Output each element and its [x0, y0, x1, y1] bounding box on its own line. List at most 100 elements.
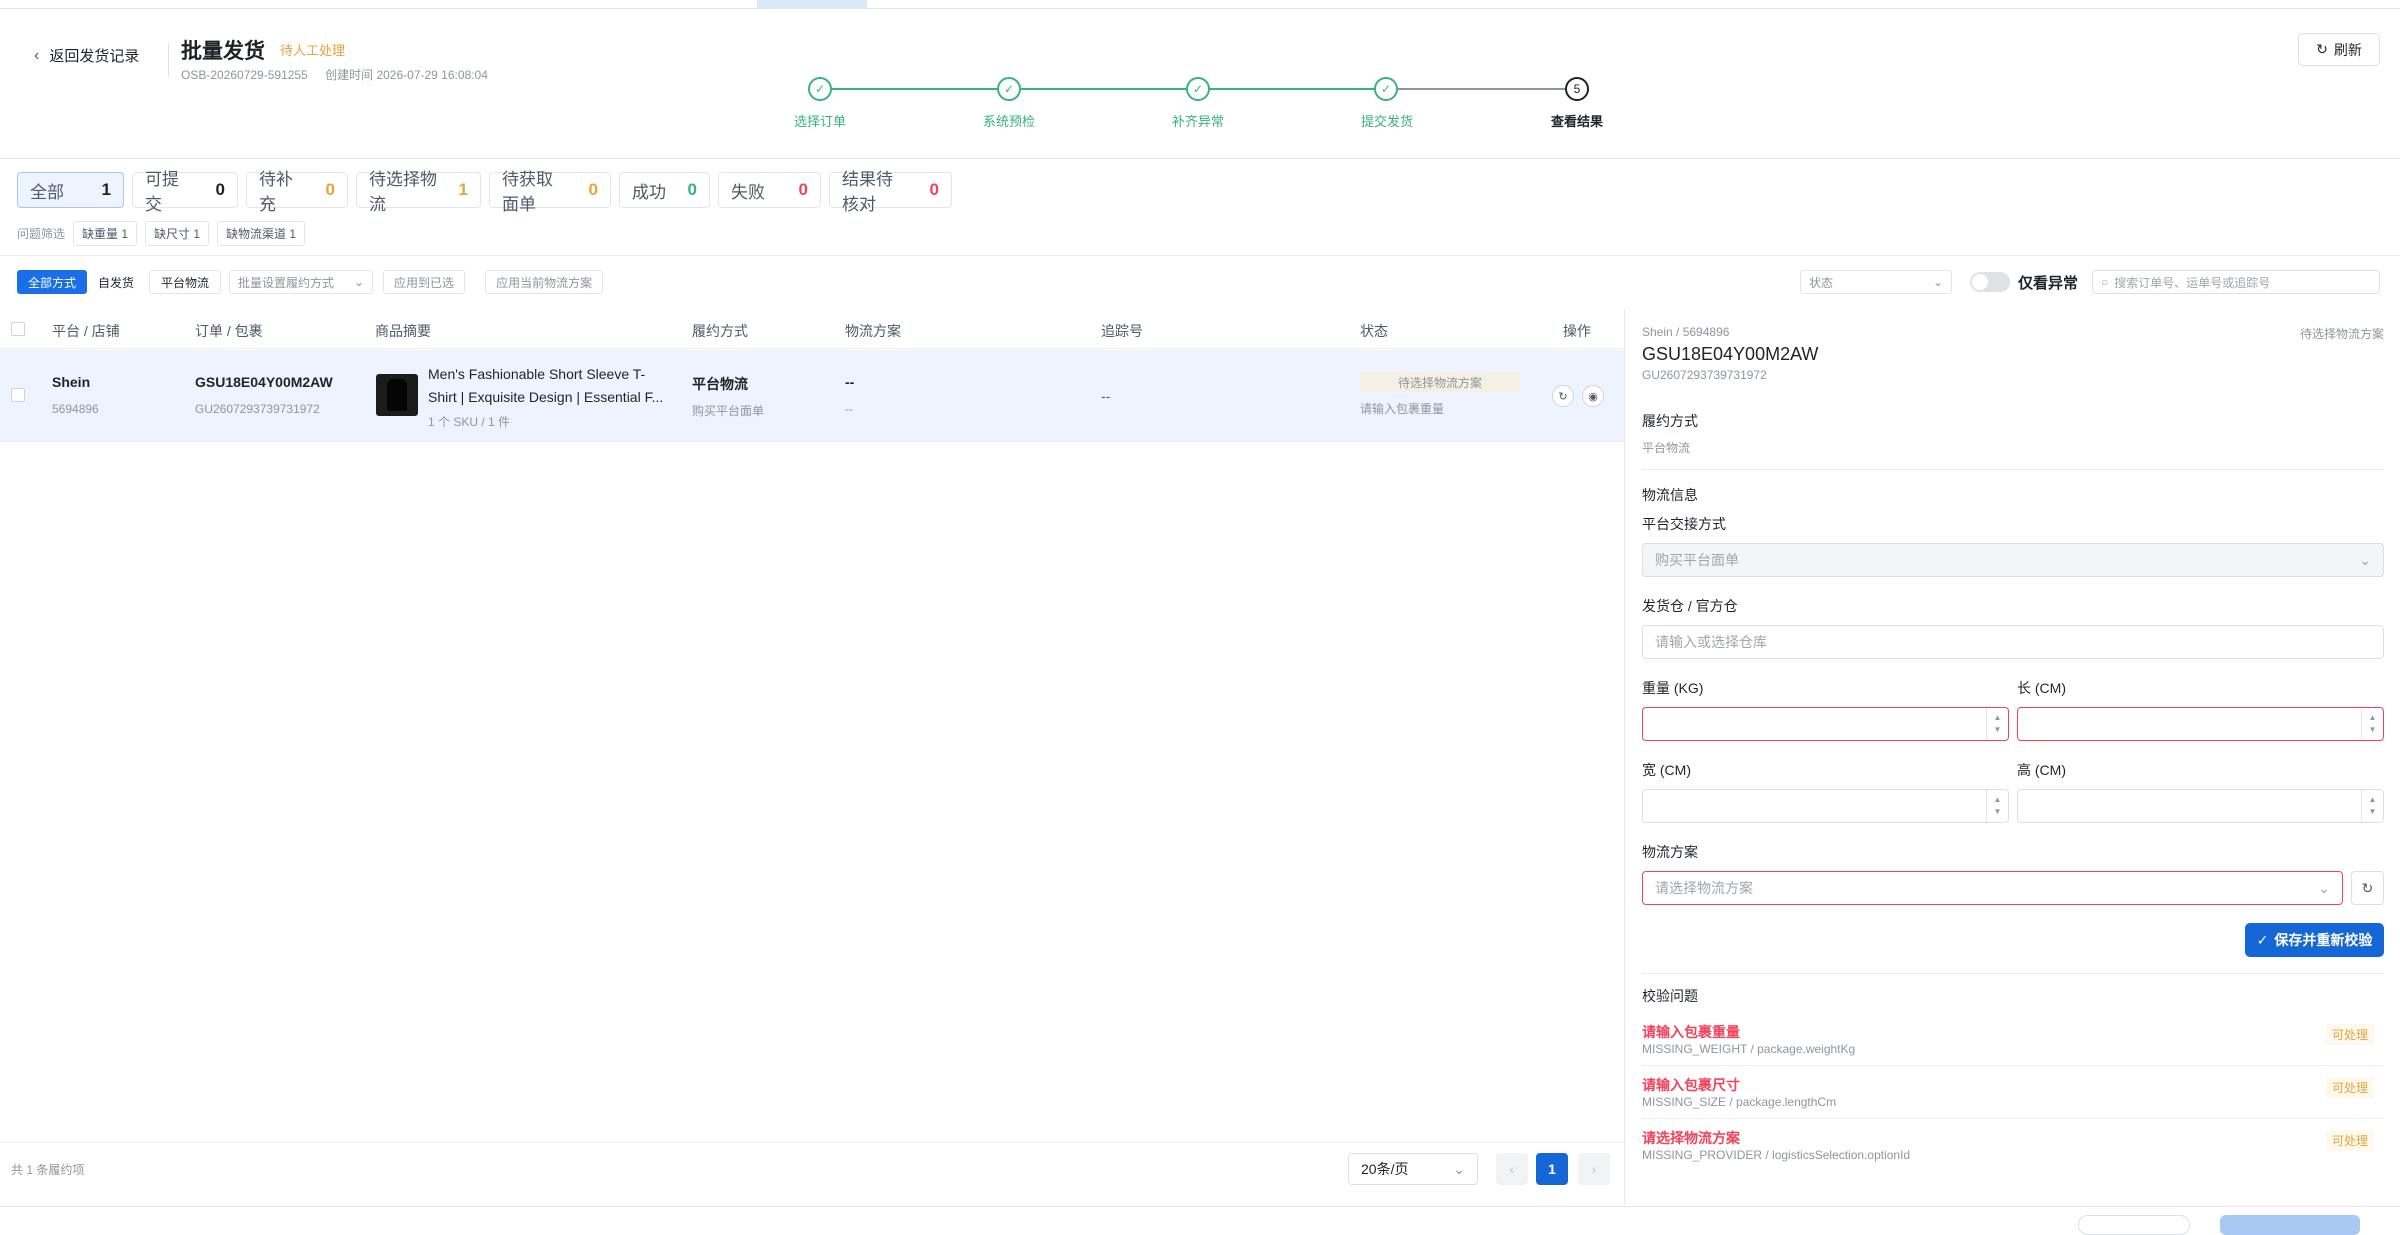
- filter-to-get-label[interactable]: 待获取面单 0: [489, 170, 611, 214]
- page-1-button[interactable]: 1: [1536, 1153, 1568, 1185]
- detail-panel: Shein / 5694896 待选择物流方案 GSU18E04Y00M2AW …: [1642, 309, 2384, 1205]
- status-filter-tabs: 全部 1 可提交 0 待补充 0 待选择物流 1 待获取面单 0 成功 0 失败 0 结果待核…: [17, 170, 952, 214]
- warehouse-label: 发货仓 / 官方仓: [1642, 598, 1738, 614]
- plan-select[interactable]: 请选择物流方案 ⌄: [1642, 871, 2343, 905]
- secondary-action-button[interactable]: [2078, 1215, 2190, 1235]
- status-select[interactable]: 状态 ⌄: [1800, 270, 1952, 294]
- chevron-down-icon: ⌄: [2359, 551, 2371, 568]
- filter-count: 0: [215, 180, 225, 199]
- filter-submittable[interactable]: 可提交 0: [132, 170, 238, 214]
- length-label: 长 (CM): [2017, 680, 2066, 696]
- primary-action-button[interactable]: [2220, 1215, 2360, 1235]
- prev-page-button[interactable]: ‹: [1496, 1153, 1528, 1185]
- filter-label: 可提交: [145, 170, 179, 214]
- filter-label: 待补充: [259, 170, 293, 214]
- plan-refresh-button[interactable]: ↻: [2351, 871, 2384, 905]
- weight-stepper[interactable]: ▲ ▼: [1986, 708, 2008, 740]
- method-label: 履约方式: [1642, 413, 1698, 429]
- step-4-label: 提交发货: [1360, 114, 1414, 129]
- filter-count: 0: [687, 180, 697, 199]
- filter-count: 0: [588, 180, 598, 199]
- width-input[interactable]: ▲ ▼: [1642, 789, 2009, 823]
- height-input[interactable]: ▲ ▼: [2017, 789, 2384, 823]
- filter-failed[interactable]: 失败 0: [718, 172, 821, 208]
- row-status-sub: 请输入包裹重量: [1360, 402, 1445, 416]
- col-logistics: 物流方案: [845, 323, 901, 339]
- row-tracking: --: [1101, 388, 1111, 404]
- recheck-icon[interactable]: ↻: [1552, 385, 1574, 407]
- divider: [0, 255, 2400, 256]
- table-footer: 共 1 条履约项 20条/页 ⌄ ‹ 1 ›: [0, 1142, 1624, 1195]
- issue-weight-title: 请输入包裹重量: [1642, 1024, 1740, 1040]
- apply-current-plan-button[interactable]: 应用当前物流方案: [485, 270, 604, 294]
- row-logistics: --: [845, 374, 855, 390]
- logistics-section-title: 物流信息: [1642, 487, 1698, 503]
- product-title-line-2: Shirt | Exquisite Design | Essential F..…: [428, 389, 664, 405]
- weight-label: 重量 (KG): [1642, 680, 1704, 696]
- height-stepper[interactable]: ▲ ▼: [2361, 790, 2383, 822]
- row-checkbox[interactable]: [11, 388, 25, 402]
- save-recheck-label: 保存并重新校验: [2274, 932, 2373, 948]
- method-value: 平台物流: [1642, 441, 1691, 455]
- row-status-badge: 待选择物流方案: [1360, 372, 1520, 392]
- step-2-label: 系统预检: [982, 114, 1036, 129]
- panel-divider: [1624, 309, 1625, 1205]
- mode-all-button[interactable]: 全部方式: [17, 270, 88, 294]
- only-error-label: 仅看异常: [2018, 274, 2079, 292]
- issue-chip-weight[interactable]: 缺重量 1: [73, 221, 138, 246]
- filter-count: 0: [325, 180, 335, 199]
- row-logistics-sub: --: [845, 402, 853, 416]
- divider: [1642, 1065, 2384, 1066]
- filter-label: 结果待核对: [842, 170, 893, 214]
- filter-success[interactable]: 成功 0: [619, 172, 710, 208]
- issue-chip-channel[interactable]: 缺物流渠道 1: [217, 221, 306, 246]
- batch-method-select[interactable]: 批量设置履约方式 ⌄: [229, 270, 374, 294]
- bottom-action-bar: [0, 1206, 2400, 1235]
- issue-filter-label: 问题筛选: [17, 227, 66, 241]
- issue-weight-tag: 可处理: [2326, 1024, 2375, 1045]
- step-5-circle: 5: [1565, 77, 1589, 101]
- length-input[interactable]: ▲ ▼: [2017, 707, 2384, 741]
- handover-select[interactable]: 购买平台面单 ⌄: [1642, 543, 2384, 577]
- view-icon[interactable]: ◉: [1582, 385, 1604, 407]
- next-page-button[interactable]: ›: [1578, 1153, 1610, 1185]
- issue-chip-size[interactable]: 缺尺寸 1: [145, 221, 210, 246]
- panel-package-number: GU2607293739731972: [1642, 368, 1767, 382]
- filter-count: 0: [929, 180, 939, 199]
- search-input[interactable]: ○ 搜索订单号、运单号或追踪号: [2092, 270, 2381, 294]
- handover-value: 购买平台面单: [1655, 552, 1739, 568]
- divider: [1642, 1118, 2384, 1119]
- weight-input[interactable]: ▲ ▼: [1642, 707, 2009, 741]
- filter-to-select-logistics[interactable]: 待选择物流 1: [356, 170, 481, 214]
- refresh-icon: ↻: [2361, 879, 2374, 896]
- filter-pending-verify[interactable]: 结果待核对 0: [829, 170, 952, 214]
- col-product: 商品摘要: [375, 323, 431, 339]
- mode-self-button[interactable]: 自发货: [87, 270, 145, 294]
- filter-to-supplement[interactable]: 待补充 0: [246, 170, 348, 214]
- only-error-toggle[interactable]: [1970, 272, 2010, 292]
- select-all-checkbox[interactable]: [11, 322, 25, 336]
- divider: [1642, 973, 2384, 974]
- issue-weight-code: MISSING_WEIGHT / package.weightKg: [1642, 1042, 1856, 1056]
- issue-provider-title: 请选择物流方案: [1642, 1130, 1740, 1146]
- step-4-circle: ✓: [1374, 77, 1398, 101]
- filter-all[interactable]: 全部 1: [17, 172, 124, 208]
- filter-count: 0: [798, 180, 808, 199]
- col-platform: 平台 / 店铺: [52, 323, 120, 339]
- row-order-number: GSU18E04Y00M2AW: [195, 374, 333, 390]
- issue-size-title: 请输入包裹尺寸: [1642, 1077, 1740, 1093]
- panel-status-badge: 待选择物流方案: [2299, 327, 2384, 341]
- width-stepper[interactable]: ▲ ▼: [1986, 790, 2008, 822]
- filter-label: 全部: [30, 182, 64, 202]
- apply-selected-button[interactable]: 应用到已选: [383, 270, 466, 294]
- length-stepper[interactable]: ▲ ▼: [2361, 708, 2383, 740]
- progress-steps: ✓ ✓ ✓ ✓ 5 选择订单 系统预检 补齐异常 提交发货 查看结果: [0, 0, 2400, 150]
- warehouse-input[interactable]: 请输入或选择仓库: [1642, 625, 2384, 659]
- chevron-down-icon: ⌄: [1453, 1160, 1465, 1177]
- table-row[interactable]: Shein 5694896 GSU18E04Y00M2AW GU26072937…: [0, 350, 1624, 442]
- page-size-select[interactable]: 20条/页 ⌄: [1348, 1153, 1478, 1185]
- filter-label: 成功: [632, 182, 666, 202]
- save-recheck-button[interactable]: ✓ 保存并重新校验: [2245, 923, 2384, 957]
- mode-platform-button[interactable]: 平台物流: [149, 270, 222, 294]
- panel-order-number: GSU18E04Y00M2AW: [1642, 344, 1819, 364]
